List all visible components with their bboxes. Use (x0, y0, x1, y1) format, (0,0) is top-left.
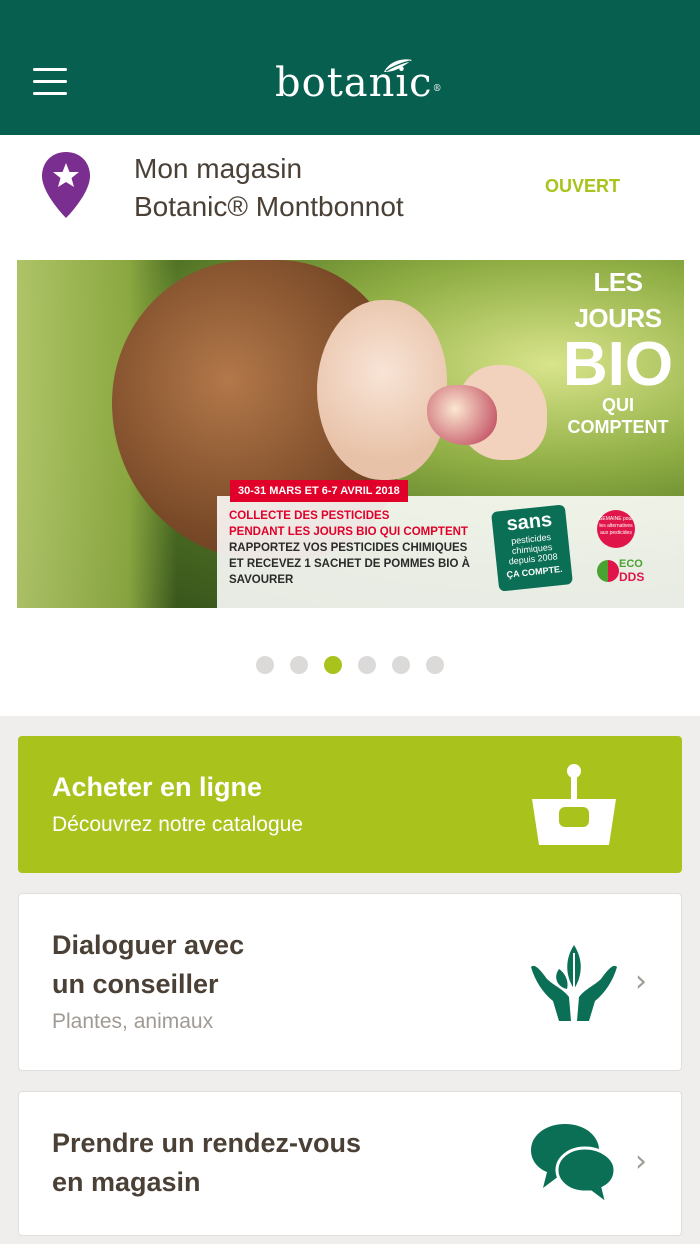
eco-dds-leaf-icon (597, 560, 619, 582)
advisor-chat-title: Dialoguer avec un conseiller (52, 930, 245, 999)
chevron-right-icon: › (635, 1144, 647, 1179)
banner-bio-title: LES JOURS BIO QUI COMPTENT (553, 260, 683, 438)
appointment-card[interactable]: Prendre un rendez-vous en magasin › (18, 1091, 682, 1236)
bio-title-line2: BIO (562, 330, 674, 399)
advisor-chat-card[interactable]: Dialoguer avec un conseiller Plantes, an… (18, 893, 682, 1071)
logo-leaf-icon (384, 59, 412, 72)
logo-mark: ® (432, 84, 443, 94)
promo-line3: RAPPORTEZ VOS PESTICIDES CHIMIQUES (229, 542, 468, 554)
promo-line2: PENDANT LES JOURS BIO QUI COMPTENT (229, 526, 468, 538)
promo-line1: COLLECTE DES PESTICIDES (229, 510, 390, 522)
app-header: botanic® (0, 0, 700, 135)
promo-line4: ET RECEVEZ 1 SACHET DE POMMES BIO À (229, 558, 470, 570)
carousel-dot[interactable] (290, 656, 308, 674)
chat-bubbles-icon (531, 1124, 617, 1206)
botanic-logo[interactable]: botanic® (275, 58, 443, 108)
promo-date-badge: 30-31 MARS ET 6-7 AVRIL 2018 (230, 480, 408, 502)
carousel-dot[interactable] (358, 656, 376, 674)
promo-text: COLLECTE DES PESTICIDES PENDANT LES JOUR… (229, 508, 499, 588)
buy-online-subtitle: Découvrez notre catalogue (52, 813, 303, 836)
store-name[interactable]: Botanic® Montbonnot (134, 188, 404, 226)
promo-line5: SAVOURER (229, 574, 294, 586)
carousel-dot[interactable] (392, 656, 410, 674)
hamburger-menu-icon[interactable] (33, 68, 69, 100)
store-status-badge: OUVERT (545, 176, 621, 196)
promo-banner[interactable]: LES JOURS BIO QUI COMPTENT 30-31 MARS ET… (17, 260, 684, 608)
advisor-chat-subtitle: Plantes, animaux (52, 1010, 214, 1033)
bio-title-line3: QUI COMPTENT (567, 395, 669, 437)
child-face-image (317, 300, 447, 480)
carousel-dot-active[interactable] (324, 656, 342, 674)
carousel-dot[interactable] (426, 656, 444, 674)
appointment-title: Prendre un rendez-vous en magasin (52, 1128, 362, 1197)
chevron-right-icon: › (635, 964, 647, 999)
sans-pesticides-badge: sans pesticides chimiques depuis 2008 ÇA… (491, 504, 573, 592)
store-label[interactable]: Mon magasin (134, 150, 302, 188)
carousel-dot[interactable] (256, 656, 274, 674)
eco-dds-logo: ECO DDS (597, 556, 649, 592)
buy-online-card[interactable]: Acheter en ligne Découvrez notre catalog… (18, 736, 682, 873)
bio-title-line1: LES JOURS (574, 267, 662, 333)
buy-online-title: Acheter en ligne (52, 772, 263, 802)
basket-icon (532, 764, 616, 845)
carousel-pagination (256, 656, 444, 674)
semaine-alternatives-logo: SEMAINE pour les alternatives aux pestic… (597, 510, 635, 548)
location-pin-star-icon[interactable] (40, 150, 92, 220)
hands-plant-icon (531, 945, 617, 1021)
